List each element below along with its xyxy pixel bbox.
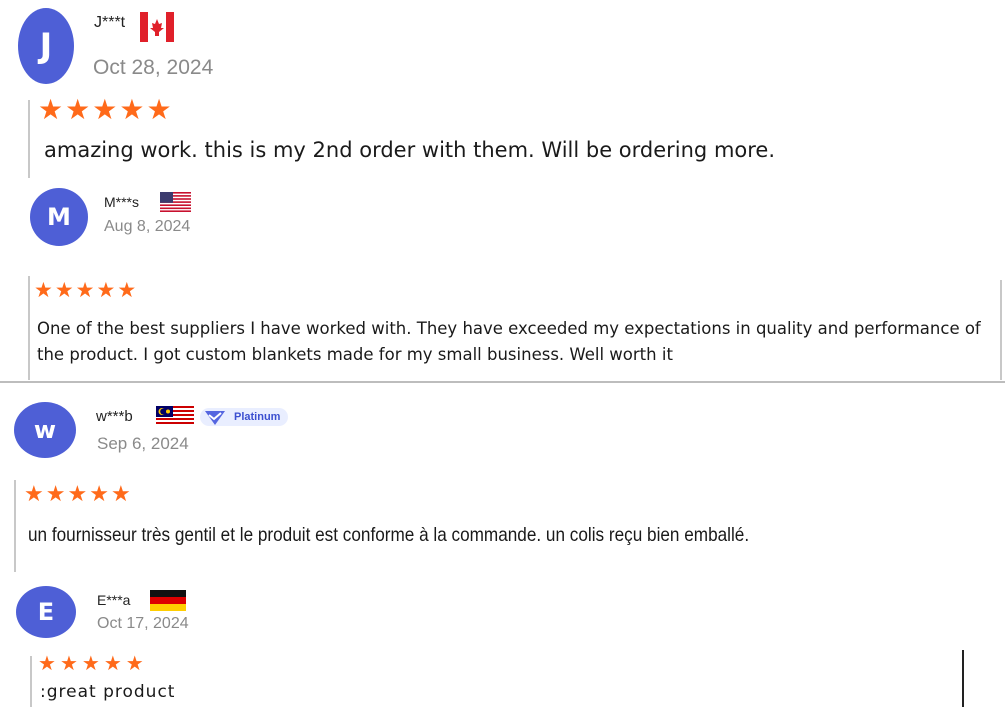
star-icon: ★ <box>38 94 66 125</box>
star-icon: ★ <box>75 279 97 302</box>
divider <box>0 381 1005 383</box>
divider <box>1000 280 1002 380</box>
review-text: One of the best suppliers I have worked … <box>37 319 981 364</box>
diamond-icon <box>205 411 225 425</box>
star-icon: ★ <box>125 653 148 675</box>
review-text: amazing work. this is my 2nd order with … <box>44 138 776 162</box>
star-rating: ★★★★★ <box>34 280 138 301</box>
review-card: J J***t Oct 28, 2024 ★★★★★ amazing work.… <box>0 0 1005 180</box>
avatar: w <box>14 402 76 458</box>
avatar: M <box>30 188 88 246</box>
divider <box>962 650 964 707</box>
divider <box>30 656 32 707</box>
badge-label: Platinum <box>234 411 281 423</box>
reviewer-name: w***b <box>96 408 133 425</box>
star-icon: ★ <box>96 279 118 302</box>
star-icon: ★ <box>24 481 46 506</box>
reviewer-name: E***a <box>97 592 131 608</box>
star-icon: ★ <box>67 481 90 506</box>
star-rating: ★★★★★ <box>38 654 148 674</box>
avatar: J <box>18 8 74 84</box>
star-icon: ★ <box>92 94 120 125</box>
divider <box>14 480 16 572</box>
review-text: un fournisseur très gentil et le produit… <box>28 524 750 546</box>
review-date: Sep 6, 2024 <box>97 434 189 453</box>
star-icon: ★ <box>117 279 139 302</box>
avatar: E <box>16 586 76 638</box>
star-icon: ★ <box>38 653 60 675</box>
star-icon: ★ <box>103 653 126 675</box>
star-rating: ★★★★★ <box>38 96 174 124</box>
review-card: E E***a Oct 17, 2024 ★★★★★ :great produc… <box>0 574 1005 707</box>
star-icon: ★ <box>146 94 174 125</box>
review-date: Oct 28, 2024 <box>93 56 214 79</box>
review-date: Aug 8, 2024 <box>104 218 191 235</box>
divider <box>28 100 30 178</box>
star-icon: ★ <box>59 653 82 675</box>
review-date: Oct 17, 2024 <box>97 615 189 632</box>
star-rating: ★★★★★ <box>24 483 133 505</box>
review-text: :great product <box>40 682 176 702</box>
reviewer-name: J***t <box>94 14 126 31</box>
review-card: w w***b Platinum Sep 6, 2024 ★★★★★ un fo… <box>0 384 1005 574</box>
star-icon: ★ <box>65 94 93 125</box>
divider <box>28 276 30 380</box>
canada-flag-icon <box>140 12 174 42</box>
star-icon: ★ <box>119 94 147 125</box>
star-icon: ★ <box>110 481 133 506</box>
star-icon: ★ <box>89 481 111 506</box>
platinum-badge: Platinum <box>200 408 289 426</box>
reviewer-name: M***s <box>104 194 140 210</box>
star-icon: ★ <box>54 279 76 302</box>
usa-flag-icon <box>160 192 191 212</box>
malaysia-flag-icon <box>156 406 194 426</box>
review-card: M M***s Aug 8, 2024 ★★★★★ One of the bes… <box>0 180 1005 382</box>
germany-flag-icon <box>150 590 186 611</box>
star-icon: ★ <box>45 481 68 506</box>
star-icon: ★ <box>34 279 55 302</box>
star-icon: ★ <box>81 653 104 675</box>
